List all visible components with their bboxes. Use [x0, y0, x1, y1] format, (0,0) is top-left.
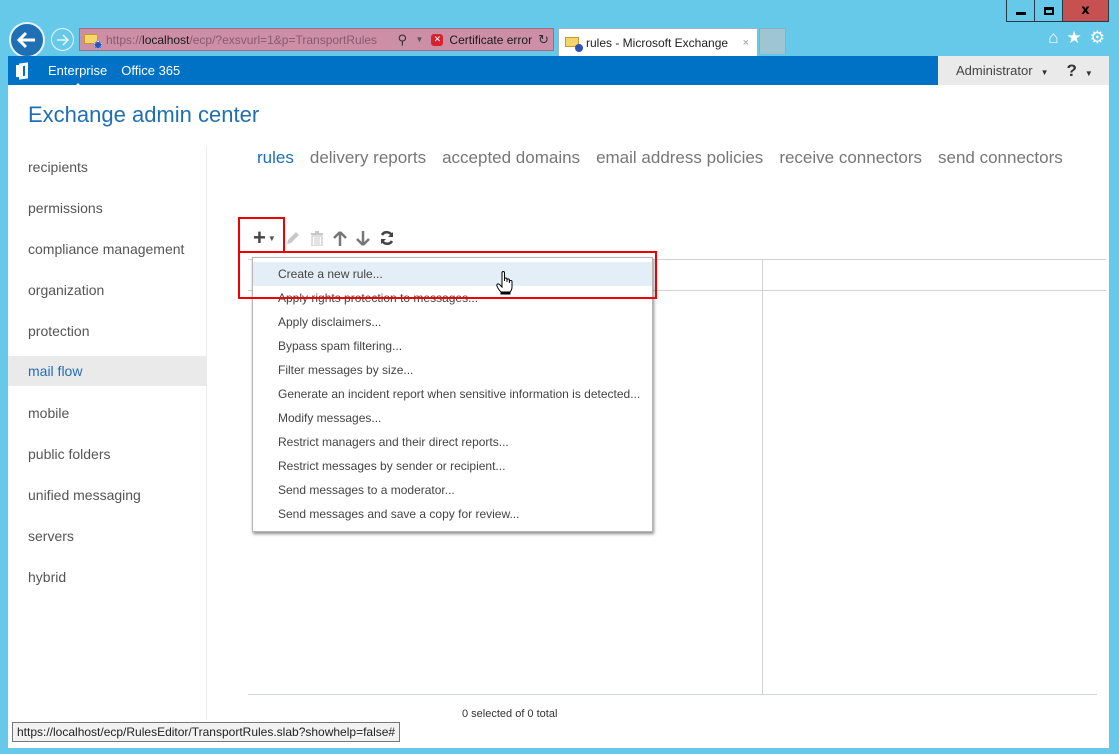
maximize-button[interactable] — [1035, 0, 1063, 21]
nav-item-protection[interactable]: protection — [8, 310, 206, 351]
refresh-icon — [380, 230, 394, 246]
minimize-icon — [1015, 12, 1026, 15]
search-icon[interactable]: ⚲ — [397, 32, 413, 48]
menu-item-apply-rights-protection[interactable]: Apply rights protection to messages... — [253, 286, 652, 310]
certificate-error-icon: ✕ — [431, 33, 444, 46]
chevron-down-icon: ▼ — [1040, 68, 1049, 77]
browser-tab[interactable]: rules - Microsoft Exchange × — [558, 28, 758, 56]
nav-item-hybrid[interactable]: hybrid — [8, 556, 206, 597]
maximize-icon — [1043, 6, 1054, 15]
site-favicon-icon — [84, 33, 102, 49]
hand-cursor-icon — [496, 271, 513, 295]
new-rule-dropdown-menu: Create a new rule... Apply rights protec… — [252, 257, 653, 532]
address-bar[interactable]: https://localhost/ecp/?exsvurl=1&p=Trans… — [79, 28, 554, 51]
nav-item-mobile[interactable]: mobile — [8, 392, 206, 433]
user-name: Administrator — [956, 63, 1033, 78]
home-icon[interactable]: ⌂ — [1048, 28, 1058, 48]
browser-toolbar-icons: ⌂ ★ ⚙ — [1048, 28, 1105, 48]
suite-bar: Enterprise Office 365 Administrator ▼ ? ▼ — [8, 56, 1109, 87]
menu-item-modify-messages[interactable]: Modify messages... — [253, 406, 652, 430]
toolbar: + ▼ — [248, 225, 404, 251]
back-arrow-icon — [17, 31, 35, 49]
suite-user-area: Administrator ▼ ? ▼ — [938, 56, 1109, 85]
tab-email-address-policies[interactable]: email address policies — [596, 148, 763, 168]
tab-title: rules - Microsoft Exchange — [586, 35, 729, 50]
chevron-down-icon: ▼ — [1084, 68, 1093, 78]
window-controls: x — [1006, 0, 1109, 22]
suite-link-enterprise[interactable]: Enterprise — [48, 63, 107, 87]
url-host: localhost — [142, 32, 190, 47]
tab-favicon-icon — [565, 36, 583, 52]
menu-item-send-to-moderator[interactable]: Send messages to a moderator... — [253, 478, 652, 502]
menu-item-create-new-rule[interactable]: Create a new rule... — [253, 262, 652, 286]
forward-arrow-icon — [57, 33, 69, 46]
tab-rules[interactable]: rules — [257, 148, 294, 168]
menu-item-restrict-by-sender-recipient[interactable]: Restrict messages by sender or recipient… — [253, 454, 652, 478]
tab-send-connectors[interactable]: send connectors — [938, 148, 1063, 168]
add-button[interactable]: + ▼ — [253, 225, 276, 251]
status-bar-url: https://localhost/ecp/RulesEditor/Transp… — [12, 722, 401, 742]
edit-button[interactable] — [285, 230, 301, 246]
menu-item-send-and-save-copy[interactable]: Send messages and save a copy for review… — [253, 502, 652, 526]
delete-trash-icon — [310, 230, 323, 246]
forward-button[interactable] — [51, 28, 74, 51]
office-logo-icon[interactable] — [16, 61, 30, 80]
help-icon: ? — [1066, 60, 1077, 80]
nav-item-unified-messaging[interactable]: unified messaging — [8, 474, 206, 515]
refresh-icon[interactable]: ↻ — [538, 32, 549, 48]
minimize-button[interactable] — [1007, 0, 1035, 21]
tab-delivery-reports[interactable]: delivery reports — [310, 148, 426, 168]
tab-accepted-domains[interactable]: accepted domains — [442, 148, 580, 168]
close-icon: x — [1081, 3, 1090, 18]
menu-item-restrict-managers[interactable]: Restrict managers and their direct repor… — [253, 430, 652, 454]
left-nav: recipients permissions compliance manage… — [8, 146, 207, 720]
refresh-button[interactable] — [379, 230, 395, 246]
selection-status: 0 selected of 0 total — [462, 708, 558, 720]
back-button[interactable] — [9, 22, 45, 58]
menu-item-apply-disclaimers[interactable]: Apply disclaimers... — [253, 310, 652, 334]
page-content: Enterprise Office 365 Administrator ▼ ? ▼ … — [8, 56, 1109, 748]
nav-item-public-folders[interactable]: public folders — [8, 433, 206, 474]
address-url[interactable]: https://localhost/ecp/?exsvurl=1&p=Trans… — [106, 33, 397, 47]
help-menu[interactable]: ? ▼ — [1067, 61, 1093, 81]
nav-item-recipients[interactable]: recipients — [8, 146, 206, 187]
move-up-arrow-icon — [332, 230, 347, 246]
new-tab-button[interactable] — [759, 28, 786, 54]
move-down-button[interactable] — [355, 230, 370, 246]
user-menu[interactable]: Administrator ▼ — [956, 63, 1049, 78]
nav-item-organization[interactable]: organization — [8, 269, 206, 310]
edit-pencil-icon — [286, 232, 299, 244]
page-title: Exchange admin center — [28, 102, 260, 127]
url-path: /ecp/?exsvurl=1&p=TransportRules — [189, 32, 378, 47]
chevron-down-icon[interactable]: ▼ — [415, 35, 423, 44]
tab-receive-connectors[interactable]: receive connectors — [779, 148, 922, 168]
suite-link-office365[interactable]: Office 365 — [121, 63, 180, 78]
menu-item-filter-by-size[interactable]: Filter messages by size... — [253, 358, 652, 382]
nav-item-servers[interactable]: servers — [8, 515, 206, 556]
certificate-error-label[interactable]: Certificate error — [449, 33, 532, 47]
grid-bottom-border — [248, 694, 1097, 695]
settings-gear-icon[interactable]: ⚙ — [1090, 28, 1105, 48]
nav-item-mail-flow[interactable]: mail flow — [8, 356, 206, 386]
menu-item-generate-incident-report[interactable]: Generate an incident report when sensiti… — [253, 382, 652, 406]
favorites-star-icon[interactable]: ★ — [1067, 28, 1082, 48]
nav-item-permissions[interactable]: permissions — [8, 187, 206, 228]
sub-tabs: rules delivery reports accepted domains … — [257, 148, 1063, 168]
delete-button[interactable] — [310, 230, 324, 246]
menu-item-bypass-spam-filtering[interactable]: Bypass spam filtering... — [253, 334, 652, 358]
nav-item-compliance-management[interactable]: compliance management — [8, 228, 206, 269]
move-down-arrow-icon — [355, 230, 370, 246]
grid-column-divider — [762, 259, 763, 695]
add-icon: + — [253, 225, 266, 250]
close-window-button[interactable]: x — [1063, 0, 1108, 21]
move-up-button[interactable] — [332, 230, 347, 246]
tab-close-icon[interactable]: × — [743, 37, 749, 49]
url-scheme: https:// — [106, 32, 143, 47]
chevron-down-icon: ▼ — [267, 233, 276, 243]
nav-divider — [206, 146, 207, 720]
